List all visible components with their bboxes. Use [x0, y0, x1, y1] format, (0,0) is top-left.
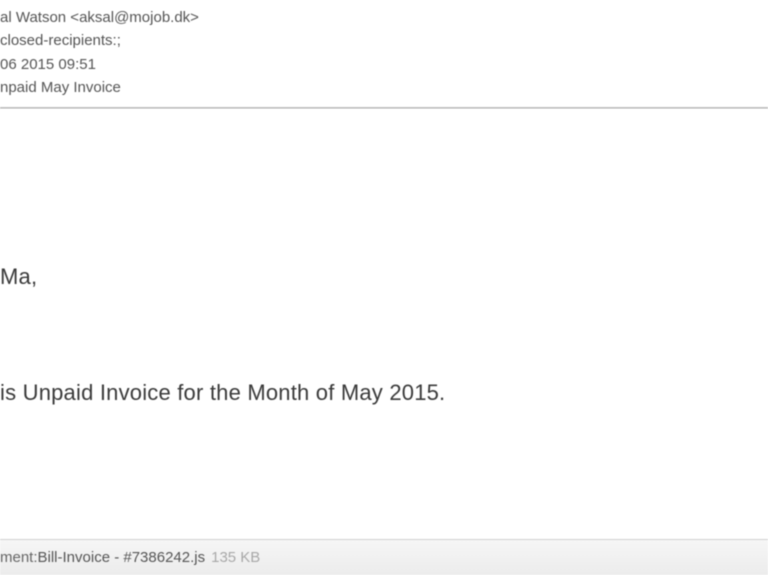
greeting-text: Ma,: [0, 264, 768, 290]
attachment-size: 135 KB: [211, 549, 260, 566]
attachment-filename[interactable]: Bill-Invoice - #7386242.js: [38, 549, 206, 566]
email-header: al Watson <aksal@mojob.dk> closed-recipi…: [0, 0, 768, 109]
to-line: closed-recipients:;: [0, 29, 768, 52]
email-body: Ma, is Unpaid Invoice for the Month of M…: [0, 109, 768, 534]
subject-line: npaid May Invoice: [0, 76, 768, 99]
message-text: is Unpaid Invoice for the Month of May 2…: [0, 380, 768, 406]
attachment-label-prefix: ment:: [0, 549, 38, 566]
attachment-bar[interactable]: ment: Bill-Invoice - #7386242.js 135 KB: [0, 539, 768, 575]
date-line: 06 2015 09:51: [0, 53, 768, 76]
from-line: al Watson <aksal@mojob.dk>: [0, 6, 768, 29]
